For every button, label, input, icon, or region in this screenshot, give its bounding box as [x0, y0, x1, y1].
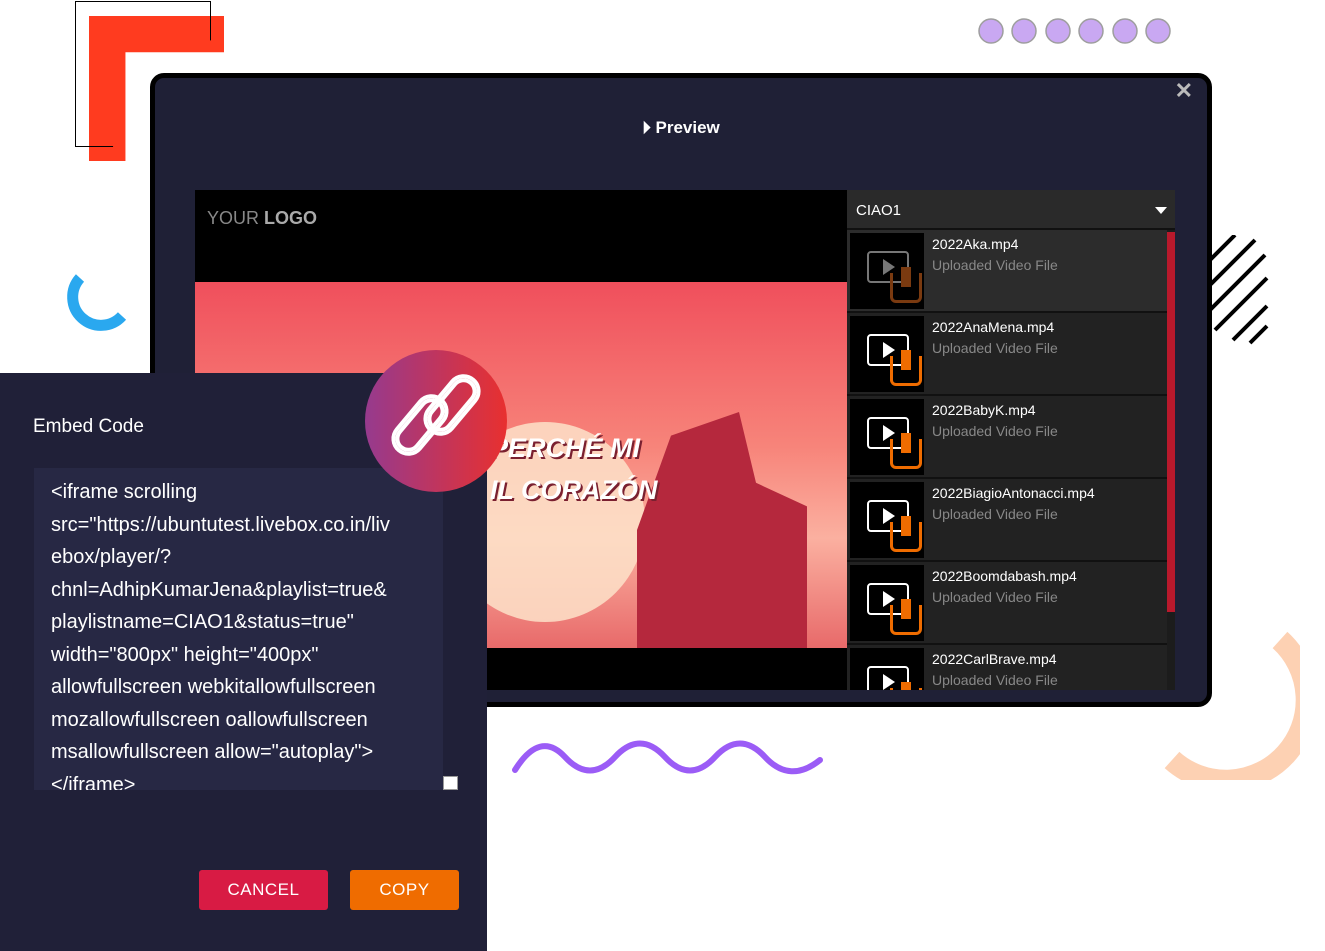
playlist-select[interactable]: CIAO1: [847, 190, 1175, 230]
item-name: 2022CarlBrave.mp4: [932, 651, 1057, 667]
item-name: 2022BabyK.mp4: [932, 402, 1036, 418]
video-thumbnail: [850, 648, 924, 690]
playlist-item[interactable]: 2022CarlBrave.mp4 Uploaded Video File: [847, 645, 1167, 690]
code-line: width="800px" height="400px": [51, 643, 319, 666]
code-line: </iframe>: [51, 773, 136, 791]
preview-title: ⏵ Preview: [642, 118, 720, 137]
item-name: 2022Aka.mp4: [932, 236, 1019, 252]
item-name: 2022AnaMena.mp4: [932, 319, 1055, 335]
item-subtitle: Uploaded Video File: [932, 257, 1058, 273]
video-thumbnail: [850, 399, 924, 475]
decor-stripes: [1205, 235, 1269, 345]
item-subtitle: Uploaded Video File: [932, 672, 1058, 688]
item-subtitle: Uploaded Video File: [932, 506, 1058, 522]
playlist-panel: CIAO1 2022Aka.mp4 Uploaded Video File 2022…: [847, 190, 1175, 690]
code-line: src="https://ubuntutest.livebox.co.in/li…: [51, 513, 390, 536]
upload-icon: [890, 350, 922, 386]
playlist-item[interactable]: 2022Boomdabash.mp4 Uploaded Video File: [847, 562, 1167, 645]
playlist-item[interactable]: 2022Aka.mp4 Uploaded Video File: [847, 230, 1167, 313]
link-icon: [391, 374, 481, 456]
decor-blue-arc: [67, 274, 127, 331]
upload-icon: [890, 682, 922, 690]
link-badge: [365, 350, 507, 492]
video-title-text: PERCHÉ MI IL CORAZÓN: [490, 433, 658, 505]
playlist-item[interactable]: 2022BiagioAntonacci.mp4 Uploaded Video Fi…: [847, 479, 1167, 562]
code-line: chnl=AdhipKumarJena&playlist=true&: [51, 578, 387, 601]
item-name: 2022BiagioAntonacci.mp4: [932, 485, 1095, 501]
cliff-graphic: [637, 412, 807, 648]
code-line: mozallowfullscreen oallowfullscreen: [51, 708, 368, 731]
item-subtitle: Uploaded Video File: [932, 423, 1058, 439]
playlist-item[interactable]: 2022AnaMena.mp4 Uploaded Video File: [847, 313, 1167, 396]
upload-icon: [890, 267, 922, 303]
play-circle-icon: ⏵: [642, 118, 651, 137]
code-line: playlistname=CIAO1&status=true": [51, 611, 354, 633]
decor-wave: [512, 740, 823, 775]
resize-handle[interactable]: [443, 776, 458, 790]
copy-button[interactable]: COPY: [350, 870, 459, 910]
embed-code-textarea[interactable]: <iframe scrolling src="https://ubuntutest…: [34, 468, 443, 790]
upload-icon: [890, 433, 922, 469]
cancel-button[interactable]: CANCEL: [199, 870, 328, 910]
close-button[interactable]: ✕: [1175, 78, 1193, 104]
video-thumbnail: [850, 316, 924, 392]
video-thumbnail: [850, 482, 924, 558]
video-thumbnail: [850, 565, 924, 641]
code-line: allowfullscreen webkitallowfullscreen: [51, 676, 376, 698]
item-name: 2022Boomdabash.mp4: [932, 568, 1077, 584]
item-subtitle: Uploaded Video File: [932, 589, 1058, 605]
code-line: ebox/player/?: [51, 546, 172, 568]
upload-icon: [890, 599, 922, 635]
video-thumbnail: [850, 233, 924, 309]
code-line: msallowfullscreen allow="autoplay">: [51, 741, 374, 763]
dialog-title: Embed Code: [33, 416, 144, 437]
upload-icon: [890, 516, 922, 552]
player-logo: YOUR LOGO: [207, 208, 318, 228]
decor-circles: [978, 18, 1171, 44]
caret-down-icon: [1155, 207, 1167, 220]
item-subtitle: Uploaded Video File: [932, 340, 1058, 356]
scrollbar[interactable]: [1167, 232, 1175, 612]
playlist-item[interactable]: 2022BabyK.mp4 Uploaded Video File: [847, 396, 1167, 479]
